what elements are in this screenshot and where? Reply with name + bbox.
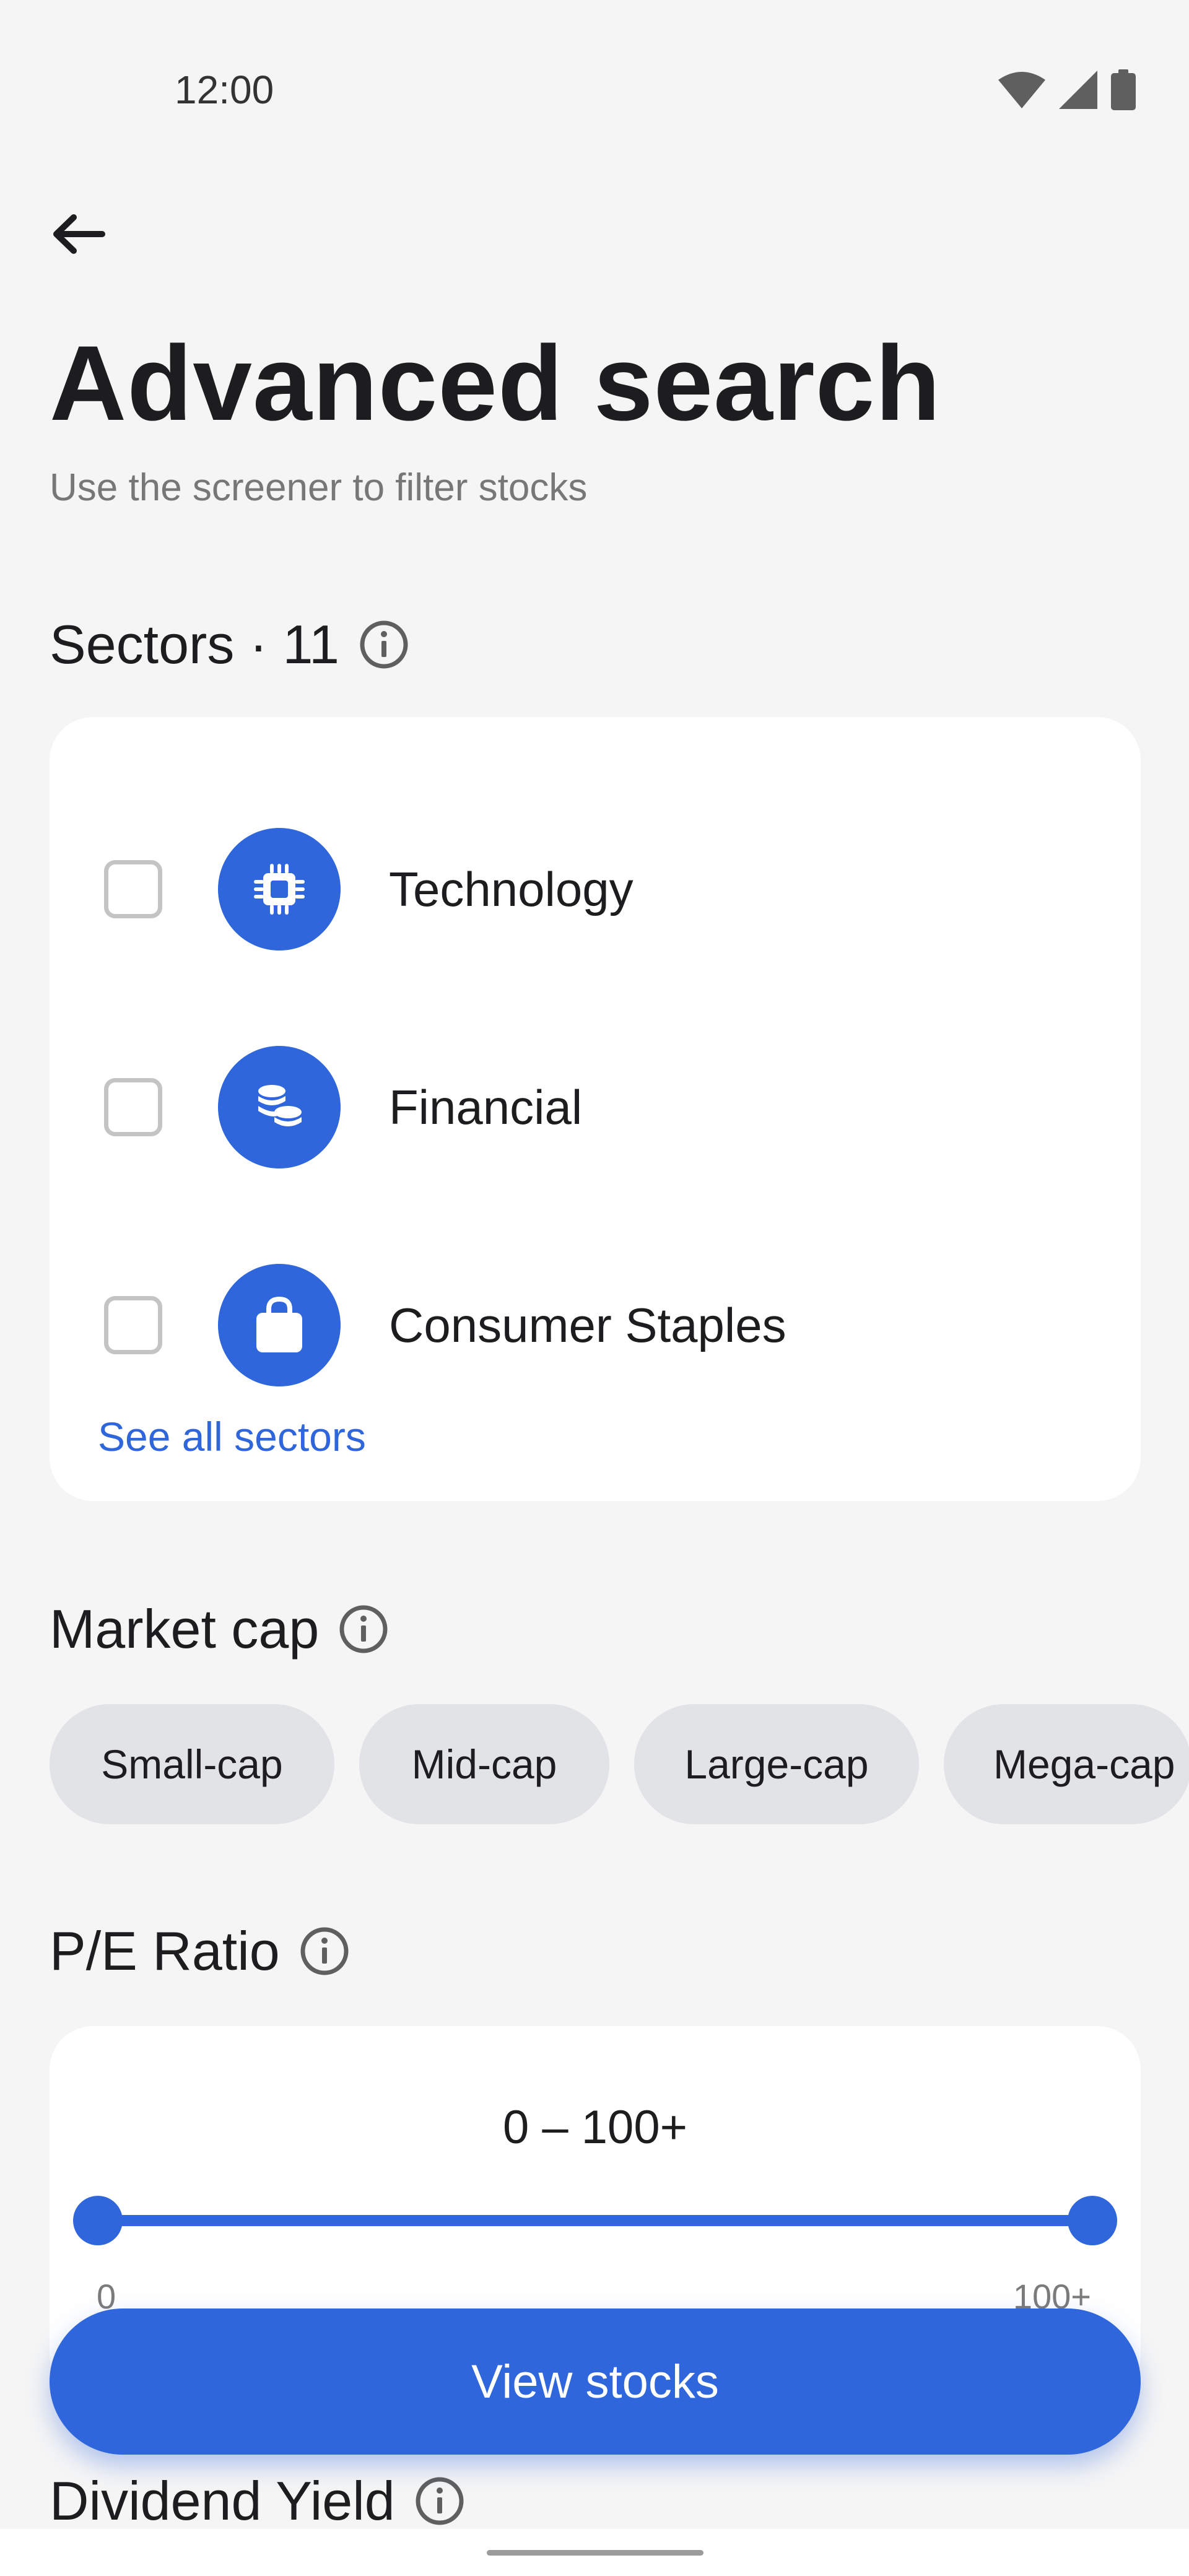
info-icon[interactable] [414,2475,466,2527]
pe-slider-fill [98,2215,1092,2226]
pe-slider-track[interactable] [98,2215,1092,2226]
chip-mega-cap[interactable]: Mega-cap [944,1704,1189,1824]
pe-ratio-title: P/E Ratio [50,1920,280,1982]
sectors-title: Sectors · 11 [50,614,339,675]
pe-ratio-heading: P/E Ratio [50,1920,351,1983]
page-subtitle: Use the screener to filter stocks [50,466,588,509]
market-cap-heading: Market cap [50,1598,390,1661]
shopping-bag-icon [218,1264,341,1386]
coins-icon [218,1046,341,1168]
view-stocks-button[interactable]: View stocks [50,2308,1141,2455]
page-title: Advanced search [50,324,941,443]
wifi-icon [998,71,1045,111]
checkbox[interactable] [104,1078,162,1136]
sector-label: Technology [389,861,634,916]
see-all-sectors-link[interactable]: See all sectors [98,1413,366,1460]
status-icons [998,69,1136,113]
signal-icon [1059,71,1097,112]
sector-row-financial[interactable]: Financial [50,1045,1141,1169]
info-icon[interactable] [338,1603,390,1655]
chip-large-cap[interactable]: Large-cap [634,1704,919,1824]
battery-icon [1111,69,1136,113]
chip-icon [218,828,341,951]
sector-label: Consumer Staples [389,1297,786,1352]
checkbox[interactable] [104,860,162,918]
back-button[interactable] [47,204,109,266]
checkbox[interactable] [104,1296,162,1354]
pe-slider-max-thumb[interactable] [1068,2196,1117,2245]
market-cap-chips: Small-cap Mid-cap Large-cap Mega-cap [50,1704,1189,1824]
sector-row-technology[interactable]: Technology [50,827,1141,951]
dividend-yield-title: Dividend Yield [50,2470,395,2531]
sector-row-consumer-staples[interactable]: Consumer Staples [50,1263,1141,1387]
chip-small-cap[interactable]: Small-cap [50,1704,334,1824]
sector-label: Financial [389,1079,583,1134]
status-bar: 12:00 [0,0,1189,186]
pe-slider-min-thumb[interactable] [73,2196,123,2245]
sectors-card: Technology Financial Consumer Staples Se… [50,717,1141,1501]
chip-mid-cap[interactable]: Mid-cap [359,1704,609,1824]
home-indicator[interactable] [487,2550,703,2556]
info-icon[interactable] [358,619,410,671]
market-cap-title: Market cap [50,1598,320,1660]
sectors-heading: Sectors · 11 [50,613,410,676]
arrow-left-icon [50,212,106,259]
navigation-bar [0,2529,1189,2576]
dividend-yield-heading: Dividend Yield [50,2469,466,2533]
pe-range-value: 0 – 100+ [503,2101,687,2154]
status-time: 12:00 [175,67,274,112]
info-icon[interactable] [298,1925,351,1977]
